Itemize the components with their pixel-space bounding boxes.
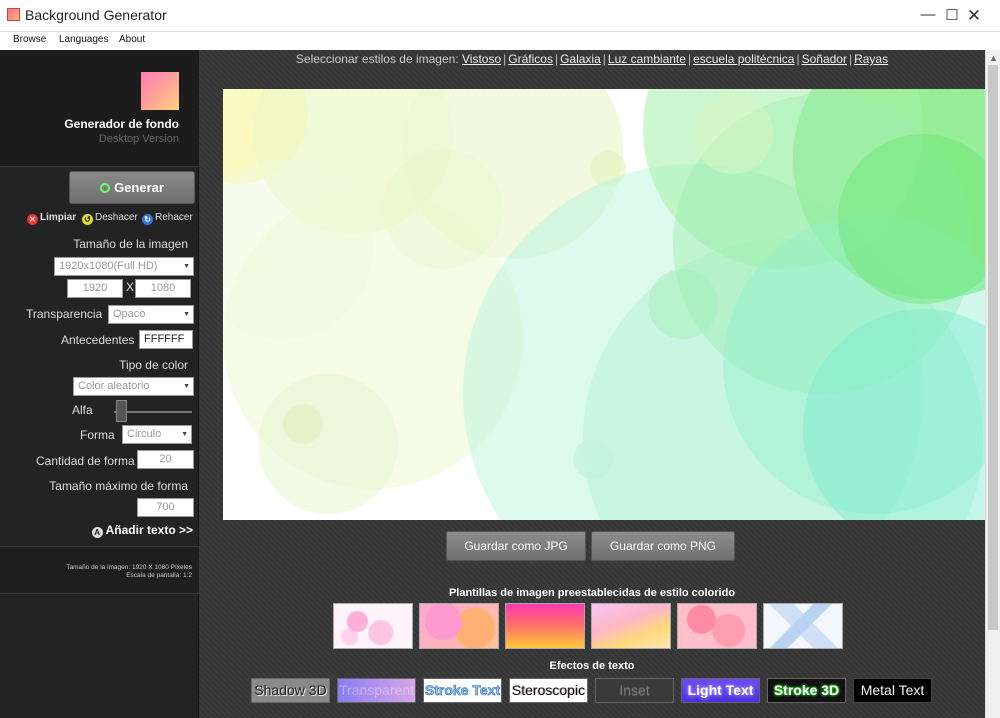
maximize-button[interactable]: ☐ [940, 6, 964, 24]
scroll-up-icon[interactable]: ▲ [989, 53, 998, 63]
effect-light-text[interactable]: Light Text [681, 678, 760, 703]
image-size-info: Tamaño de la imagen: 1920 X 1080 Píxeles [66, 564, 192, 571]
color-type-select[interactable]: Color aleatorio [73, 377, 194, 396]
add-text-label: Añadir texto >> [105, 523, 193, 537]
shape-count-input[interactable]: 20 [137, 450, 194, 469]
shape-label: Forma [80, 428, 115, 442]
undo-icon: ↺ [82, 214, 93, 225]
main-area: Seleccionar estilos de imagen: Vistoso | G… [199, 50, 985, 718]
max-shape-size-label: Tamaño máximo de forma [49, 479, 188, 493]
style-link-luz-cambiante[interactable]: Luz cambiante [608, 52, 686, 66]
transparency-label: Transparencia [26, 307, 103, 321]
height-input[interactable]: 1080 [135, 279, 191, 298]
transparency-select[interactable]: Opaco [108, 305, 194, 324]
generate-button[interactable]: Generar [69, 171, 195, 204]
undo-label: Deshacer [95, 212, 138, 223]
redo-label: Rehacer [155, 212, 193, 223]
effect-inset[interactable]: Inset [595, 678, 674, 703]
size-separator: X [126, 280, 135, 294]
minimize-button[interactable]: — [916, 6, 940, 23]
app-logo [141, 72, 179, 110]
effect-stereoscopic[interactable]: Steroscopic [509, 678, 588, 703]
clear-icon: ✕ [27, 214, 38, 225]
style-link-graficos[interactable]: Gráficos [508, 52, 553, 66]
effect-metal-text[interactable]: Metal Text [853, 678, 932, 703]
style-link-galaxia[interactable]: Galaxia [560, 52, 601, 66]
generate-icon [100, 183, 111, 193]
menu-browse[interactable]: Browse [13, 34, 46, 45]
color-type-label: Tipo de color [119, 358, 188, 372]
image-styles-bar: Seleccionar estilos de imagen: Vistoso | G… [295, 52, 889, 66]
menu-about[interactable]: About [119, 34, 145, 45]
title-bar: Background Generator — ☐ ✕ [0, 0, 1000, 32]
template-thumb-3[interactable] [505, 603, 585, 649]
template-thumb-1[interactable] [333, 603, 413, 649]
style-link-escuela-politecnica[interactable]: escuela politécnica [693, 52, 794, 66]
clear-label: Limpiar [40, 212, 77, 223]
close-button[interactable]: ✕ [962, 6, 986, 26]
app-icon [7, 8, 20, 21]
template-thumb-2[interactable] [419, 603, 499, 649]
menu-languages[interactable]: Languages [59, 34, 109, 45]
vertical-scrollbar[interactable]: ▲ [985, 50, 1000, 718]
width-input[interactable]: 1920 [67, 279, 123, 298]
background-color-input[interactable]: FFFFFF [139, 330, 193, 349]
text-icon: A [91, 527, 103, 538]
save-png-button[interactable]: Guardar como PNG [591, 531, 735, 561]
screen-scale-info: Escala de pantalla: 1:2 [126, 572, 192, 579]
alpha-label: Alfa [72, 403, 93, 417]
template-thumb-5[interactable] [677, 603, 757, 649]
undo-button[interactable]: ↺ Deshacer [82, 212, 138, 225]
shape-count-label: Cantidad de forma [36, 454, 135, 468]
styles-prefix: Seleccionar estilos de imagen: [295, 52, 459, 66]
effect-transparent[interactable]: Transparent [337, 678, 416, 703]
text-effects-title: Efectos de texto [549, 660, 635, 672]
sidebar-header: Generador de fondo Desktop Version [0, 50, 199, 167]
style-link-rayas[interactable]: Rayas [854, 52, 888, 66]
effect-stroke-3d[interactable]: Stroke 3D [767, 678, 846, 703]
image-info: Tamaño de la imagen: 1920 X 1080 Píxeles… [0, 546, 199, 594]
style-link-vistoso[interactable]: Vistoso [462, 52, 501, 66]
image-size-select[interactable]: 1920x1080(Full HD) [54, 257, 194, 276]
template-thumb-4[interactable] [591, 603, 671, 649]
redo-button[interactable]: ↻ Rehacer [142, 212, 193, 225]
template-thumb-6[interactable] [763, 603, 843, 649]
effect-stroke-text[interactable]: Stroke Text [423, 678, 502, 703]
style-link-sonador[interactable]: Soñador [802, 52, 847, 66]
redo-icon: ↻ [142, 214, 153, 225]
generate-label: Generar [114, 180, 164, 195]
app-subtitle: Desktop Version [98, 133, 179, 145]
menu-bar: Browse Languages About [0, 32, 1000, 50]
scrollbar-thumb[interactable] [988, 65, 998, 630]
background-preview-canvas [223, 89, 985, 520]
background-label: Antecedentes [61, 333, 135, 347]
image-size-label: Tamaño de la imagen [73, 237, 188, 251]
app-title: Generador de fondo [64, 117, 179, 131]
window-title: Background Generator [25, 7, 167, 23]
shape-select[interactable]: Circulo [122, 425, 192, 444]
templates-title: Plantillas de imagen preestablecidas de … [448, 587, 736, 599]
clear-button[interactable]: ✕ Limpiar [27, 212, 76, 225]
preview-circles [223, 89, 985, 520]
save-jpg-button[interactable]: Guardar como JPG [446, 531, 586, 561]
sidebar: Generador de fondo Desktop Version Gener… [0, 50, 199, 718]
max-shape-size-input[interactable]: 700 [137, 498, 194, 517]
alpha-slider-handle[interactable] [116, 400, 127, 422]
add-text-button[interactable]: A Añadir texto >> [91, 523, 193, 538]
effect-shadow-3d[interactable]: Shadow 3D [251, 678, 330, 703]
